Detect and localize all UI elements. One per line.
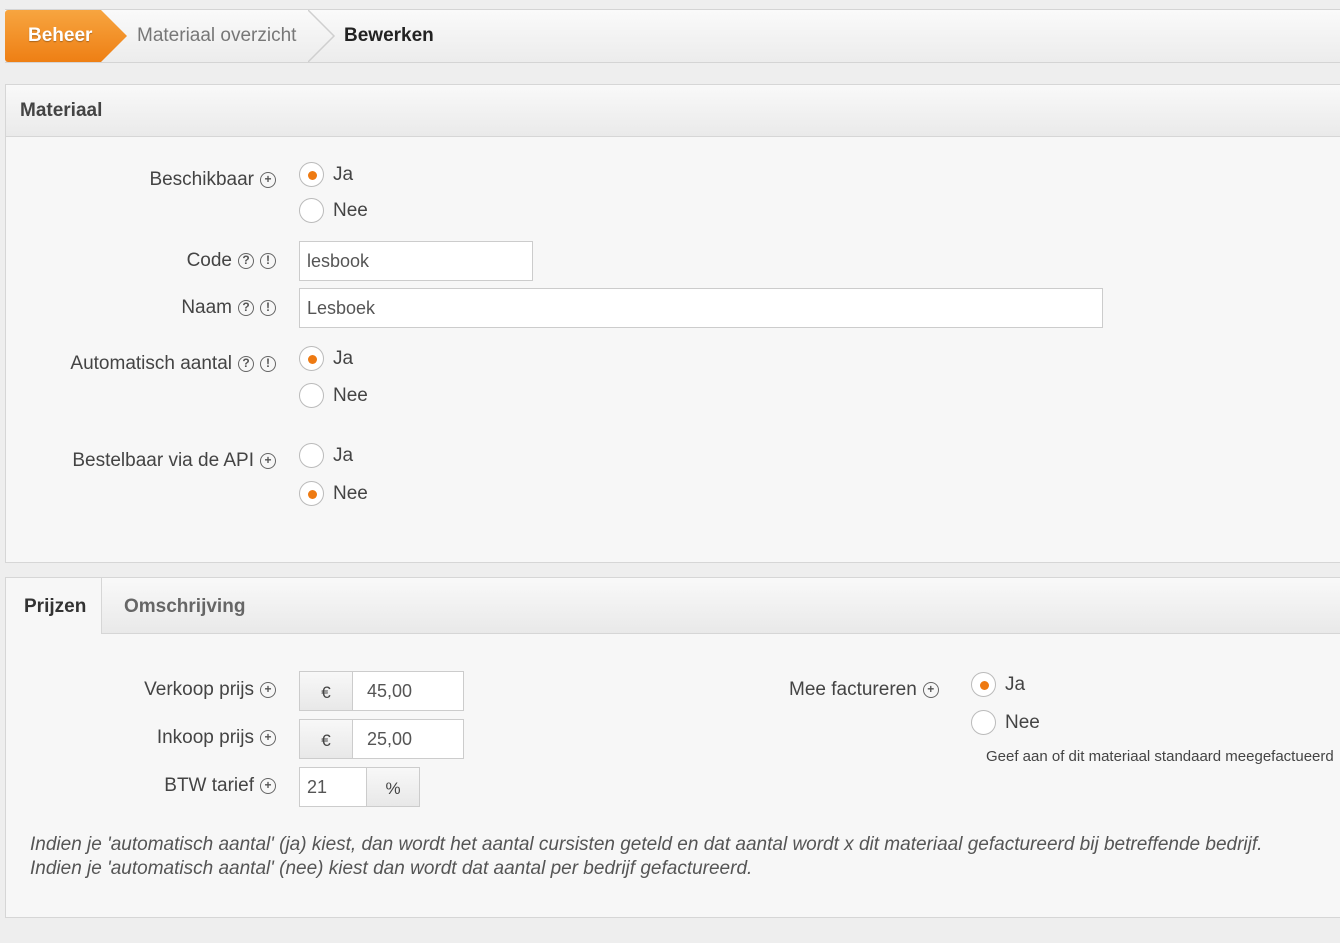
material-panel: Materiaal Beschikbaar + Ja Nee Code ? ! … xyxy=(5,84,1340,563)
tab-prijzen[interactable]: Prijzen xyxy=(6,578,102,634)
percent-addon: % xyxy=(366,767,420,807)
radio-button[interactable] xyxy=(299,346,324,371)
automatisch-nee-option[interactable]: Nee xyxy=(299,383,368,408)
tab-bar: Prijzen Omschrijving xyxy=(6,578,1340,634)
verkoop-prijs-input[interactable] xyxy=(352,671,464,711)
plus-circle-icon[interactable]: + xyxy=(260,453,276,469)
breadcrumb-home[interactable]: Beheer xyxy=(5,10,101,62)
breadcrumb-materiaal-overzicht[interactable]: Materiaal overzicht xyxy=(137,10,296,62)
info-circle-icon[interactable]: ! xyxy=(260,356,276,372)
breadcrumb-separator-icon xyxy=(308,10,336,62)
plus-circle-icon[interactable]: + xyxy=(260,682,276,698)
mee-factureren-hint: Geef aan of dit materiaal standaard meeg… xyxy=(986,748,1334,765)
beschikbaar-ja-option[interactable]: Ja xyxy=(299,162,353,187)
btw-tarief-label: BTW tarief + xyxy=(164,775,276,797)
api-label: Bestelbaar via de API + xyxy=(72,450,276,472)
automatisch-ja-option[interactable]: Ja xyxy=(299,346,353,371)
plus-circle-icon[interactable]: + xyxy=(922,682,939,698)
radio-button[interactable] xyxy=(299,162,324,187)
radio-button[interactable] xyxy=(299,481,324,506)
radio-button[interactable] xyxy=(299,383,324,408)
mee-factureren-nee-option[interactable]: Nee xyxy=(971,710,1040,735)
breadcrumb-arrow-icon xyxy=(101,10,127,62)
mee-factureren-ja-option[interactable]: Ja xyxy=(971,672,1025,697)
note-line-1: Indien je 'automatisch aantal' (ja) kies… xyxy=(30,834,1263,855)
plus-circle-icon[interactable]: + xyxy=(260,172,276,188)
prices-panel: Prijzen Omschrijving Verkoop prijs + € I… xyxy=(5,577,1340,918)
info-circle-icon[interactable]: ! xyxy=(260,300,276,316)
breadcrumb-current: Bewerken xyxy=(344,25,434,46)
beschikbaar-label: Beschikbaar + xyxy=(149,169,276,191)
radio-button[interactable] xyxy=(299,443,324,468)
note-line-2: Indien je 'automatisch aantal' (nee) kie… xyxy=(30,858,753,879)
plus-circle-icon[interactable]: + xyxy=(260,730,276,746)
panel-title: Materiaal xyxy=(6,85,1340,137)
beschikbaar-nee-option[interactable]: Nee xyxy=(299,198,368,223)
verkoop-prijs-label: Verkoop prijs + xyxy=(144,679,276,701)
code-input[interactable] xyxy=(299,241,533,281)
api-nee-option[interactable]: Nee xyxy=(299,481,368,506)
radio-button[interactable] xyxy=(299,198,324,223)
code-label: Code ? ! xyxy=(187,250,276,272)
naam-label: Naam ? ! xyxy=(181,297,276,319)
inkoop-prijs-label: Inkoop prijs + xyxy=(157,727,276,749)
radio-button[interactable] xyxy=(971,672,996,697)
currency-addon: € xyxy=(299,671,353,711)
currency-addon: € xyxy=(299,719,353,759)
breadcrumb: Beheer Materiaal overzicht Bewerken xyxy=(5,9,1340,63)
help-circle-icon[interactable]: ? xyxy=(238,300,254,316)
naam-input[interactable] xyxy=(299,288,1103,328)
radio-button[interactable] xyxy=(971,710,996,735)
automatisch-aantal-label: Automatisch aantal ? ! xyxy=(70,353,276,375)
inkoop-prijs-input[interactable] xyxy=(352,719,464,759)
plus-circle-icon[interactable]: + xyxy=(260,778,276,794)
btw-tarief-input[interactable] xyxy=(299,767,367,807)
help-circle-icon[interactable]: ? xyxy=(238,356,254,372)
api-ja-option[interactable]: Ja xyxy=(299,443,353,468)
info-circle-icon[interactable]: ! xyxy=(260,253,276,269)
mee-factureren-label: Mee factureren + xyxy=(789,679,939,701)
tab-omschrijving[interactable]: Omschrijving xyxy=(124,578,245,634)
help-circle-icon[interactable]: ? xyxy=(238,253,254,269)
